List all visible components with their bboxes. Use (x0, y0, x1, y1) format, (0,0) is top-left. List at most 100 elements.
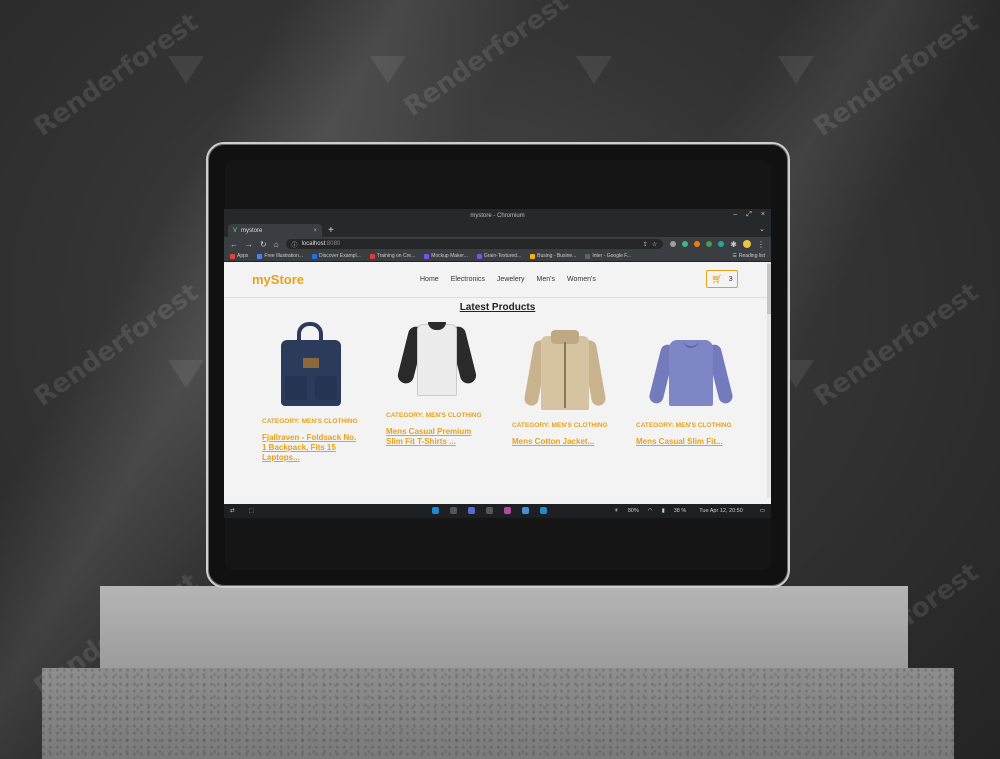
bookmark-apps[interactable]: Apps (230, 253, 248, 259)
product-title-link[interactable]: Mens Cotton Jacket... (508, 437, 618, 447)
watermark-logo-icon (576, 56, 612, 84)
bookmark-favicon-icon (257, 253, 263, 259)
extension-icon[interactable] (694, 241, 701, 247)
nav-home[interactable]: Home (420, 276, 439, 283)
app-icon[interactable] (504, 507, 511, 514)
store-page: myStore Home Electronics Jewelery Men's … (224, 262, 771, 498)
product-category: Category: MEN'S CLOTHING (262, 418, 358, 425)
chromium-icon[interactable] (522, 507, 529, 514)
bookmark-favicon-icon (312, 253, 318, 259)
app-icon[interactable] (486, 507, 493, 514)
bookmark-favicon-icon (585, 253, 591, 259)
overview-icon[interactable]: ⬚ (249, 508, 254, 514)
bookmark-item[interactable]: Training on Cre... (369, 253, 415, 259)
store-logo[interactable]: myStore (252, 272, 304, 287)
window-titlebar: mystore - Chromium – ⤢ × (224, 209, 771, 223)
wifi-icon[interactable]: ◠ (648, 508, 653, 514)
minimize-button[interactable]: – (733, 211, 737, 219)
extension-icon[interactable] (718, 241, 725, 247)
vue-logo-icon: V (233, 227, 238, 234)
nav-mens[interactable]: Men's (537, 276, 555, 283)
nav-womens[interactable]: Women's (567, 276, 596, 283)
tab-label: mystore (241, 227, 263, 234)
share-icon[interactable]: ⇪ (643, 241, 648, 248)
browser-menu-icon[interactable]: ⋮ (757, 240, 765, 249)
store-navbar: myStore Home Electronics Jewelery Men's … (224, 262, 771, 298)
bookmark-item[interactable]: Discover Exampl... (312, 253, 361, 259)
product-card[interactable]: Category: MEN'S CLOTHING Mens Casual Sli… (634, 322, 744, 447)
reload-icon[interactable]: ↻ (260, 240, 267, 249)
close-window-button[interactable]: × (761, 211, 765, 219)
product-card[interactable]: Category: MEN'S CLOTHING Mens Cotton Jac… (508, 322, 618, 447)
long-sleeve-tee-icon[interactable] (641, 322, 737, 418)
brightness-level: 80% (627, 508, 639, 514)
battery-level: 38 % (673, 508, 687, 514)
raglan-shirt-icon[interactable] (387, 312, 483, 408)
system-tray: ☀ 80% ◠ ▮ 38 % Tue Apr 12, 20:50 ▭ (614, 508, 765, 514)
product-card[interactable]: Category: MEN'S CLOTHING Mens Casual Pre… (380, 312, 490, 447)
bookmark-item[interactable]: Busing - Busine... (530, 253, 576, 259)
tab-mystore[interactable]: V mystore × (228, 224, 322, 237)
product-card[interactable]: Category: MEN'S CLOTHING Fjallraven - Fo… (252, 318, 362, 463)
vue-devtools-icon[interactable] (682, 241, 689, 247)
cart-button[interactable]: 🛒︎ 3 (706, 270, 738, 288)
pedestal-base (42, 668, 954, 759)
clock[interactable]: Tue Apr 12, 20:50 (699, 508, 743, 514)
bookmark-item[interactable]: Grain-Textured... (476, 253, 521, 259)
product-title-link[interactable]: Mens Casual Premium Slim Fit T-Shirts ..… (380, 427, 490, 447)
extension-icon[interactable] (706, 241, 713, 247)
files-icon[interactable] (450, 507, 457, 514)
puzzle-icon[interactable]: ✱ (730, 240, 737, 249)
scrollbar-thumb[interactable] (767, 264, 771, 314)
product-grid: Category: MEN'S CLOTHING Fjallraven - Fo… (246, 322, 766, 498)
notifications-icon[interactable]: ▭ (760, 508, 765, 514)
vscode-icon[interactable] (540, 507, 547, 514)
pedestal-top (100, 586, 908, 668)
app-icon[interactable] (468, 507, 475, 514)
address-bar[interactable]: ⓘ localhost:8080 ⇪ ☆ (285, 239, 664, 249)
bookmark-item[interactable]: Free Illustration... (257, 253, 303, 259)
avatar[interactable] (743, 240, 751, 248)
bookmark-star-icon[interactable]: ☆ (652, 241, 657, 248)
product-title-link[interactable]: Fjallraven - Foldsack No. 1 Backpack, Fi… (252, 433, 362, 463)
bookmark-item[interactable]: Inter - Google F... (585, 253, 631, 259)
bookmark-favicon-icon (424, 253, 430, 259)
reading-list-button[interactable]: ☰ Reading list (732, 253, 765, 259)
battery-icon[interactable]: ▮ (662, 508, 665, 514)
product-category: Category: MEN'S CLOTHING (512, 422, 608, 429)
bookmarks-bar: Apps Free Illustration... Discover Examp… (224, 251, 771, 262)
tab-strip: V mystore × + ⌄ (224, 223, 771, 237)
watermark-logo-icon (168, 360, 204, 388)
window-title: mystore - Chromium (470, 213, 525, 219)
tab-close-icon[interactable]: × (313, 228, 317, 234)
info-icon[interactable]: ⓘ (292, 240, 298, 249)
jacket-icon[interactable] (515, 322, 611, 418)
brightness-icon[interactable]: ☀ (614, 508, 619, 514)
browser-screen: mystore - Chromium – ⤢ × V mystore × + ⌄… (224, 209, 771, 518)
home-icon[interactable]: ⌂ (274, 240, 279, 249)
bookmark-item[interactable]: Mockup Maker... (424, 253, 468, 259)
cart-count: 3 (728, 275, 733, 283)
product-title-link[interactable]: Mens Casual Slim Fit... (634, 437, 744, 447)
page-scrollbar[interactable] (767, 262, 771, 498)
extension-icon[interactable] (670, 241, 677, 247)
nav-jewelery[interactable]: Jewelery (497, 276, 525, 283)
tab-search-chevron-icon[interactable]: ⌄ (759, 225, 765, 233)
address-port: :8080 (325, 241, 341, 247)
launcher-icon[interactable]: ⇄ (230, 508, 235, 514)
watermark-logo-icon (370, 56, 406, 84)
nav-electronics[interactable]: Electronics (451, 276, 485, 283)
new-tab-button[interactable]: + (328, 225, 334, 237)
apps-grid-icon (230, 253, 235, 259)
vscode-icon[interactable] (432, 507, 439, 514)
product-category: Category: MEN'S CLOTHING (636, 422, 732, 429)
address-host: localhost (301, 241, 326, 247)
back-icon[interactable]: ← (230, 240, 238, 249)
backpack-icon[interactable] (259, 318, 355, 414)
window-controls: – ⤢ × (733, 211, 765, 219)
maximize-button[interactable]: ⤢ (746, 211, 752, 219)
extensions-area: ✱ ⋮ (670, 240, 765, 249)
reading-list-icon: ☰ (732, 253, 737, 259)
os-taskbar: ⇄ ⬚ ☀ 80% ◠ ▮ 38 % Tue Apr 12, 20:50 ▭ (224, 504, 771, 518)
forward-icon[interactable]: → (245, 240, 253, 249)
